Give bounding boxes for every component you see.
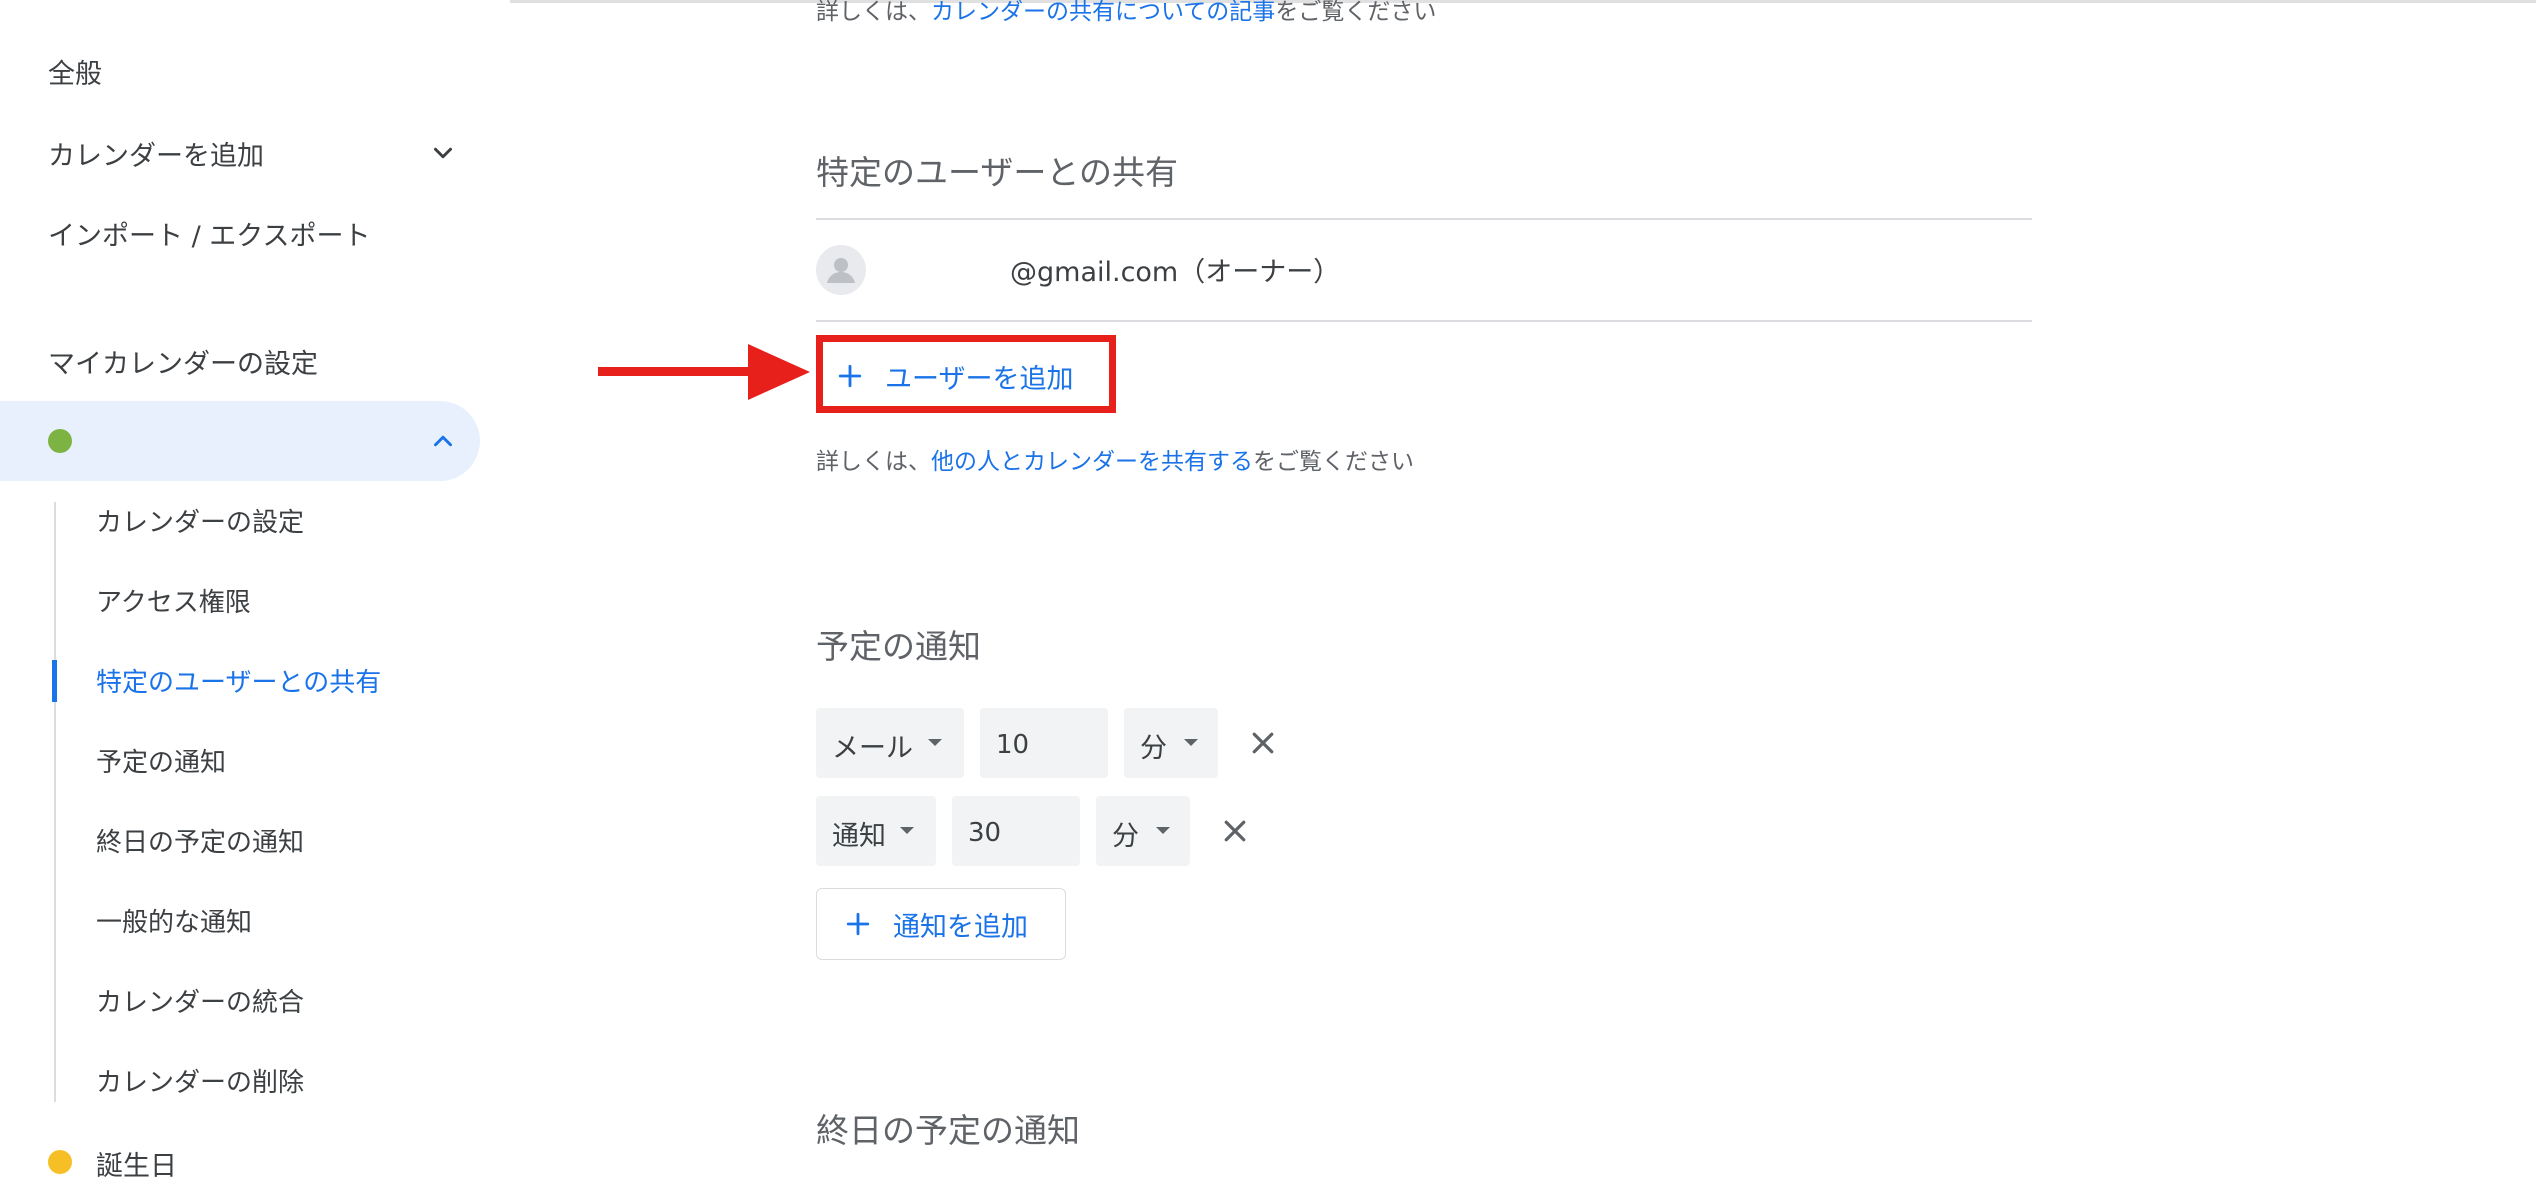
notification-method-select[interactable]: メール <box>816 708 964 778</box>
person-icon <box>816 245 866 295</box>
help-prefix: 詳しくは、 <box>816 449 931 475</box>
notification-method-value: メール <box>832 733 913 764</box>
dropdown-caret-icon <box>900 827 914 834</box>
close-icon[interactable] <box>1248 728 1278 758</box>
dropdown-caret-icon <box>928 739 942 746</box>
notification-method-value: 通知 <box>832 821 886 852</box>
notification-time-input[interactable]: 10 <box>980 708 1108 778</box>
subnav-active-indicator <box>52 660 57 702</box>
event-notifications-heading: 予定の通知 <box>816 627 981 666</box>
section-divider <box>816 320 2032 322</box>
birthdays-label: 誕生日 <box>96 1151 177 1182</box>
calendar-color-dot <box>48 1150 72 1174</box>
calendar-color-dot <box>48 429 72 453</box>
dropdown-caret-icon <box>1156 827 1170 834</box>
notification-unit-value: 分 <box>1140 733 1167 764</box>
share-article-link[interactable]: カレンダーの共有についての記事 <box>931 0 1275 25</box>
notification-time-value: 10 <box>996 730 1030 760</box>
sidebar-item-add-calendar[interactable]: カレンダーを追加 <box>48 134 264 173</box>
subnav-rail <box>54 502 56 1102</box>
add-user-highlight-box: ユーザーを追加 <box>816 335 1116 413</box>
sidebar-item-import-export[interactable]: インポート / エクスポート <box>48 214 370 253</box>
add-notification-label: 通知を追加 <box>893 911 1028 943</box>
plus-icon <box>846 912 870 936</box>
shared-user-row: @gmail.com（オーナー） <box>816 220 2032 320</box>
share-article-help-text: 詳しくは、カレンダーの共有についての記事をご覧ください <box>816 0 1436 26</box>
sidebar-subitem-share-with-specific-people[interactable]: 特定のユーザーとの共有 <box>96 662 381 699</box>
plus-icon <box>838 364 862 388</box>
notification-unit-select[interactable]: 分 <box>1096 796 1190 866</box>
share-with-specific-people-heading: 特定のユーザーとの共有 <box>816 153 1179 192</box>
sidebar-subitem-calendar-settings[interactable]: カレンダーの設定 <box>96 502 304 539</box>
sidebar-subitem-event-notifications[interactable]: 予定の通知 <box>96 742 226 779</box>
sidebar-subitem-integrate-calendar[interactable]: カレンダーの統合 <box>96 982 304 1019</box>
dropdown-caret-icon <box>1184 739 1198 746</box>
add-user-label: ユーザーを追加 <box>885 363 1074 395</box>
settings-sidebar: 全般 カレンダーを追加 インポート / エクスポート マイカレンダーの設定 カレ… <box>0 0 490 1192</box>
my-calendar-settings-label: マイカレンダーの設定 <box>48 349 318 380</box>
chevron-down-icon[interactable] <box>428 138 458 168</box>
notification-time-value: 30 <box>968 818 1002 848</box>
sidebar-subitem-access-permissions[interactable]: アクセス権限 <box>96 582 251 619</box>
notification-time-input[interactable]: 30 <box>952 796 1080 866</box>
help-suffix: をご覧ください <box>1275 0 1437 25</box>
owner-email: @gmail.com（オーナー） <box>1010 257 1341 288</box>
notification-method-select[interactable]: 通知 <box>816 796 936 866</box>
settings-main: 詳しくは、カレンダーの共有についての記事をご覧ください 特定のユーザーとの共有 … <box>510 0 2536 1192</box>
notification-unit-select[interactable]: 分 <box>1124 708 1218 778</box>
annotation-arrow-icon <box>598 344 810 400</box>
sidebar-subitem-all-day-notifications[interactable]: 終日の予定の通知 <box>96 822 304 859</box>
help-prefix: 詳しくは、 <box>816 0 931 25</box>
sidebar-item-selected-calendar[interactable] <box>0 401 480 481</box>
sidebar-subitem-general-notifications[interactable]: 一般的な通知 <box>96 902 252 939</box>
share-with-others-link[interactable]: 他の人とカレンダーを共有する <box>931 449 1253 475</box>
help-suffix: をご覧ください <box>1253 449 1414 475</box>
share-help-text: 詳しくは、他の人とカレンダーを共有するをご覧ください <box>816 442 1414 476</box>
notification-unit-value: 分 <box>1112 821 1139 852</box>
chevron-up-icon[interactable] <box>428 426 458 456</box>
sidebar-item-birthdays[interactable]: 誕生日 <box>0 1140 480 1184</box>
sidebar-subitem-remove-calendar[interactable]: カレンダーの削除 <box>96 1062 304 1099</box>
calendar-settings-page: 全般 カレンダーを追加 インポート / エクスポート マイカレンダーの設定 カレ… <box>0 0 2536 1192</box>
add-user-button[interactable]: ユーザーを追加 <box>837 356 1073 396</box>
all-day-notifications-heading: 終日の予定の通知 <box>816 1111 1080 1150</box>
close-icon[interactable] <box>1220 816 1250 846</box>
add-notification-button[interactable]: 通知を追加 <box>816 888 1066 960</box>
sidebar-item-general[interactable]: 全般 <box>48 52 102 91</box>
